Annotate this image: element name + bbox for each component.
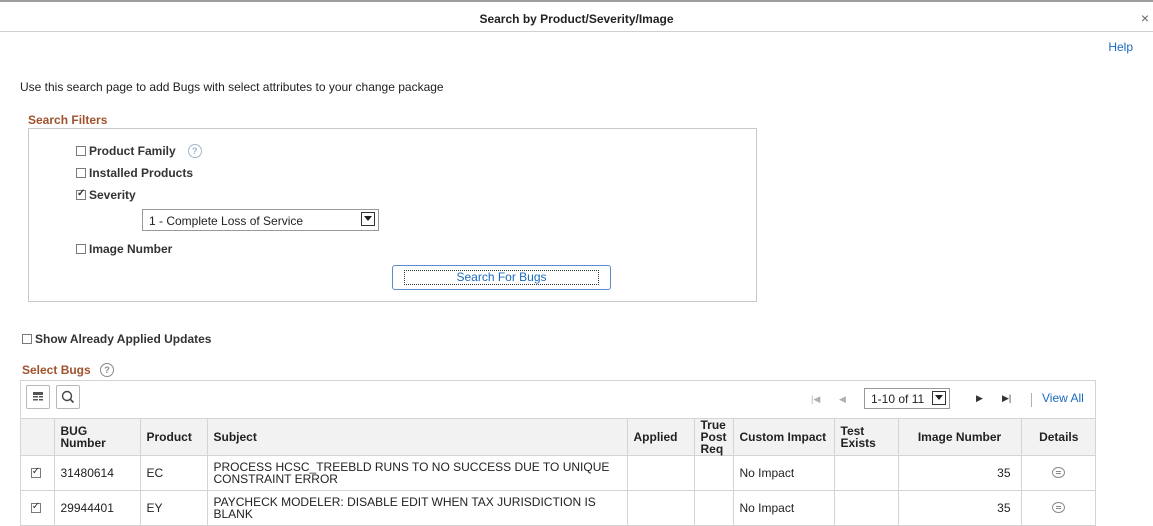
search-filters-heading: Search Filters <box>28 113 108 127</box>
test-exists-cell <box>833 490 898 526</box>
image-number-label: Image Number <box>89 242 173 256</box>
row-select-checkbox[interactable] <box>30 501 41 513</box>
bug-number-cell: 29944401 <box>53 490 140 526</box>
test-exists-cell <box>833 455 898 491</box>
custom-impact-cell: No Impact <box>732 455 834 491</box>
installed-products-label: Installed Products <box>89 166 194 180</box>
column-header[interactable]: Product <box>139 418 207 456</box>
page-range-select[interactable]: 1-10 of 11 <box>864 388 950 409</box>
image-number-cell: 35 <box>897 455 1021 491</box>
product-family-option[interactable]: Product Family? <box>76 144 202 158</box>
bugs-table: BUG Number Product Subject Applied True … <box>21 418 1095 526</box>
column-header[interactable]: Custom Impact <box>732 418 834 456</box>
show-applied-label: Show Already Applied Updates <box>35 332 212 346</box>
next-page-icon[interactable]: ▶ <box>976 393 983 404</box>
grid-toolbar: |◀ ◀ 1-10 of 11 ▶ ▶| View All <box>21 381 1095 418</box>
comment-icon[interactable] <box>1052 466 1066 478</box>
dialog-titlebar: Search by Product/Severity/Image × <box>0 0 1153 32</box>
applied-cell <box>626 490 694 526</box>
first-page-icon[interactable]: |◀ <box>811 394 820 405</box>
search-for-bugs-button[interactable]: Search For Bugs <box>392 265 611 290</box>
image-number-option[interactable]: Image Number <box>76 242 172 256</box>
column-header[interactable]: Test Exists <box>833 418 898 456</box>
help-icon[interactable]: ? <box>100 363 115 377</box>
severity-select-value: 1 - Complete Loss of Service <box>149 214 304 228</box>
previous-page-icon[interactable]: ◀ <box>839 394 846 405</box>
image-number-checkbox[interactable] <box>76 244 86 254</box>
bugs-grid: |◀ ◀ 1-10 of 11 ▶ ▶| View All BUG Number… <box>20 380 1096 526</box>
column-header[interactable]: Image Number <box>897 418 1021 456</box>
severity-label: Severity <box>89 188 136 202</box>
installed-products-option[interactable]: Installed Products <box>76 166 193 180</box>
help-link[interactable]: Help <box>1108 40 1133 54</box>
applied-cell <box>626 455 694 491</box>
severity-checkbox[interactable] <box>76 188 86 200</box>
bug-number-cell: 31480614 <box>53 455 140 491</box>
row-select-checkbox[interactable] <box>30 466 41 478</box>
help-icon[interactable]: ? <box>187 144 202 158</box>
product-family-checkbox[interactable] <box>76 146 86 156</box>
chevron-down-icon[interactable] <box>361 212 375 226</box>
custom-impact-cell: No Impact <box>732 490 834 526</box>
column-header[interactable]: BUG Number <box>53 418 140 456</box>
close-icon[interactable]: × <box>1141 11 1149 25</box>
show-applied-checkbox[interactable] <box>22 334 32 344</box>
column-header[interactable]: Details <box>1020 418 1095 456</box>
details-cell <box>1020 455 1095 491</box>
details-cell <box>1020 490 1095 526</box>
chevron-down-icon[interactable] <box>932 391 946 405</box>
product-cell: EC <box>139 455 207 491</box>
product-cell: EY <box>139 490 207 526</box>
subject-cell: PROCESS HCSC_TREEBLD RUNS TO NO SUCCESS … <box>206 455 627 491</box>
installed-products-checkbox[interactable] <box>76 168 86 178</box>
column-header[interactable]: Subject <box>206 418 627 456</box>
dialog-title: Search by Product/Severity/Image <box>479 12 674 26</box>
column-header[interactable]: Applied <box>626 418 694 456</box>
comment-icon[interactable] <box>1052 501 1066 513</box>
pager-divider <box>1031 393 1032 407</box>
table-header-row: BUG Number Product Subject Applied True … <box>21 418 1095 456</box>
table-row: 29944401 EY PAYCHECK MODELER: DISABLE ED… <box>21 490 1095 526</box>
select-bugs-title: Select Bugs <box>22 363 91 377</box>
search-icon[interactable] <box>56 385 80 409</box>
subject-cell: PAYCHECK MODELER: DISABLE EDIT WHEN TAX … <box>206 490 627 526</box>
personalize-icon[interactable] <box>26 385 50 409</box>
view-all-link[interactable]: View All <box>1042 391 1084 405</box>
severity-option[interactable]: Severity <box>76 188 136 202</box>
severity-select[interactable]: 1 - Complete Loss of Service <box>142 209 379 231</box>
last-page-icon[interactable]: ▶| <box>1002 393 1011 404</box>
select-bugs-heading: Select Bugs ? <box>22 363 115 377</box>
intro-text: Use this search page to add Bugs with se… <box>20 80 444 94</box>
page-range-value: 1-10 of 11 <box>871 392 925 406</box>
image-number-cell: 35 <box>897 490 1021 526</box>
show-applied-option[interactable]: Show Already Applied Updates <box>22 332 211 346</box>
true-post-req-cell <box>693 490 733 526</box>
product-family-label: Product Family <box>89 144 176 158</box>
column-header[interactable]: True Post Req <box>693 418 733 456</box>
select-column-header <box>21 418 54 456</box>
true-post-req-cell <box>693 455 733 491</box>
search-for-bugs-label: Search For Bugs <box>404 270 599 285</box>
row-select-cell <box>21 455 54 491</box>
table-row: 31480614 EC PROCESS HCSC_TREEBLD RUNS TO… <box>21 455 1095 491</box>
row-select-cell <box>21 490 54 526</box>
